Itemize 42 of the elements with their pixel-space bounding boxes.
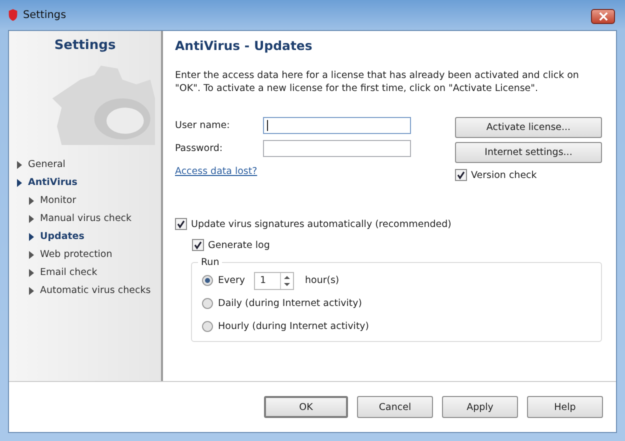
- spin-arrows-icon[interactable]: [280, 272, 293, 288]
- access-data-link[interactable]: Access data lost?: [175, 166, 258, 177]
- nav-item[interactable]: Monitor: [29, 195, 76, 207]
- checkbox-label: Update virus signatures automatically (recommended): [191, 218, 452, 230]
- radio-label: Daily (during Internet activity): [218, 298, 362, 309]
- nav-item[interactable]: Manual virus check: [29, 213, 132, 225]
- input-field[interactable]: [263, 117, 411, 134]
- nav-item[interactable]: Automatic virus checks: [29, 285, 151, 297]
- dialog-button[interactable]: Cancel: [357, 396, 433, 418]
- checkbox[interactable]: [192, 239, 204, 251]
- nav-item[interactable]: Email check: [29, 267, 98, 279]
- group-title: Run: [198, 257, 222, 268]
- checkbox-label: Version check: [471, 170, 537, 180]
- dialog-button[interactable]: Help: [527, 396, 603, 418]
- close-button[interactable]: [591, 9, 615, 24]
- shield-icon: [8, 9, 18, 21]
- field-label: User name:: [175, 120, 231, 131]
- action-button[interactable]: Activate license...: [455, 117, 602, 138]
- description-text: Enter the access data here for a license that has already been activated and click on "OK". To activate a new license for the first time, click on "Activate License".: [175, 69, 580, 95]
- input-field[interactable]: [263, 140, 411, 157]
- nav-item[interactable]: Web protection: [29, 249, 112, 261]
- radio-label: Hourly (during Internet activity): [218, 321, 370, 332]
- radio-button[interactable]: [202, 321, 213, 332]
- sidebar-title: Settings: [53, 38, 117, 53]
- dialog-button[interactable]: OK: [264, 396, 348, 418]
- nav-item[interactable]: General: [17, 159, 66, 171]
- checkbox-label: Generate log: [208, 240, 270, 250]
- close-icon: [598, 12, 608, 21]
- field-label: Password:: [175, 143, 224, 154]
- nav-item[interactable]: AntiVirus: [17, 177, 78, 189]
- radio-label: Every: [218, 275, 246, 286]
- action-button[interactable]: Internet settings...: [455, 142, 602, 163]
- dialog-button[interactable]: Apply: [442, 396, 518, 418]
- radio-button[interactable]: [202, 298, 213, 309]
- window-title: Settings: [23, 9, 66, 21]
- nav-item[interactable]: Updates: [29, 231, 84, 243]
- unit-label: hour(s): [305, 275, 340, 286]
- checkbox[interactable]: [455, 169, 467, 181]
- spin-field[interactable]: 1: [254, 272, 294, 290]
- page-title: AntiVirus - Updates: [175, 38, 312, 53]
- checkbox[interactable]: [175, 218, 187, 230]
- radio-button[interactable]: [202, 275, 213, 286]
